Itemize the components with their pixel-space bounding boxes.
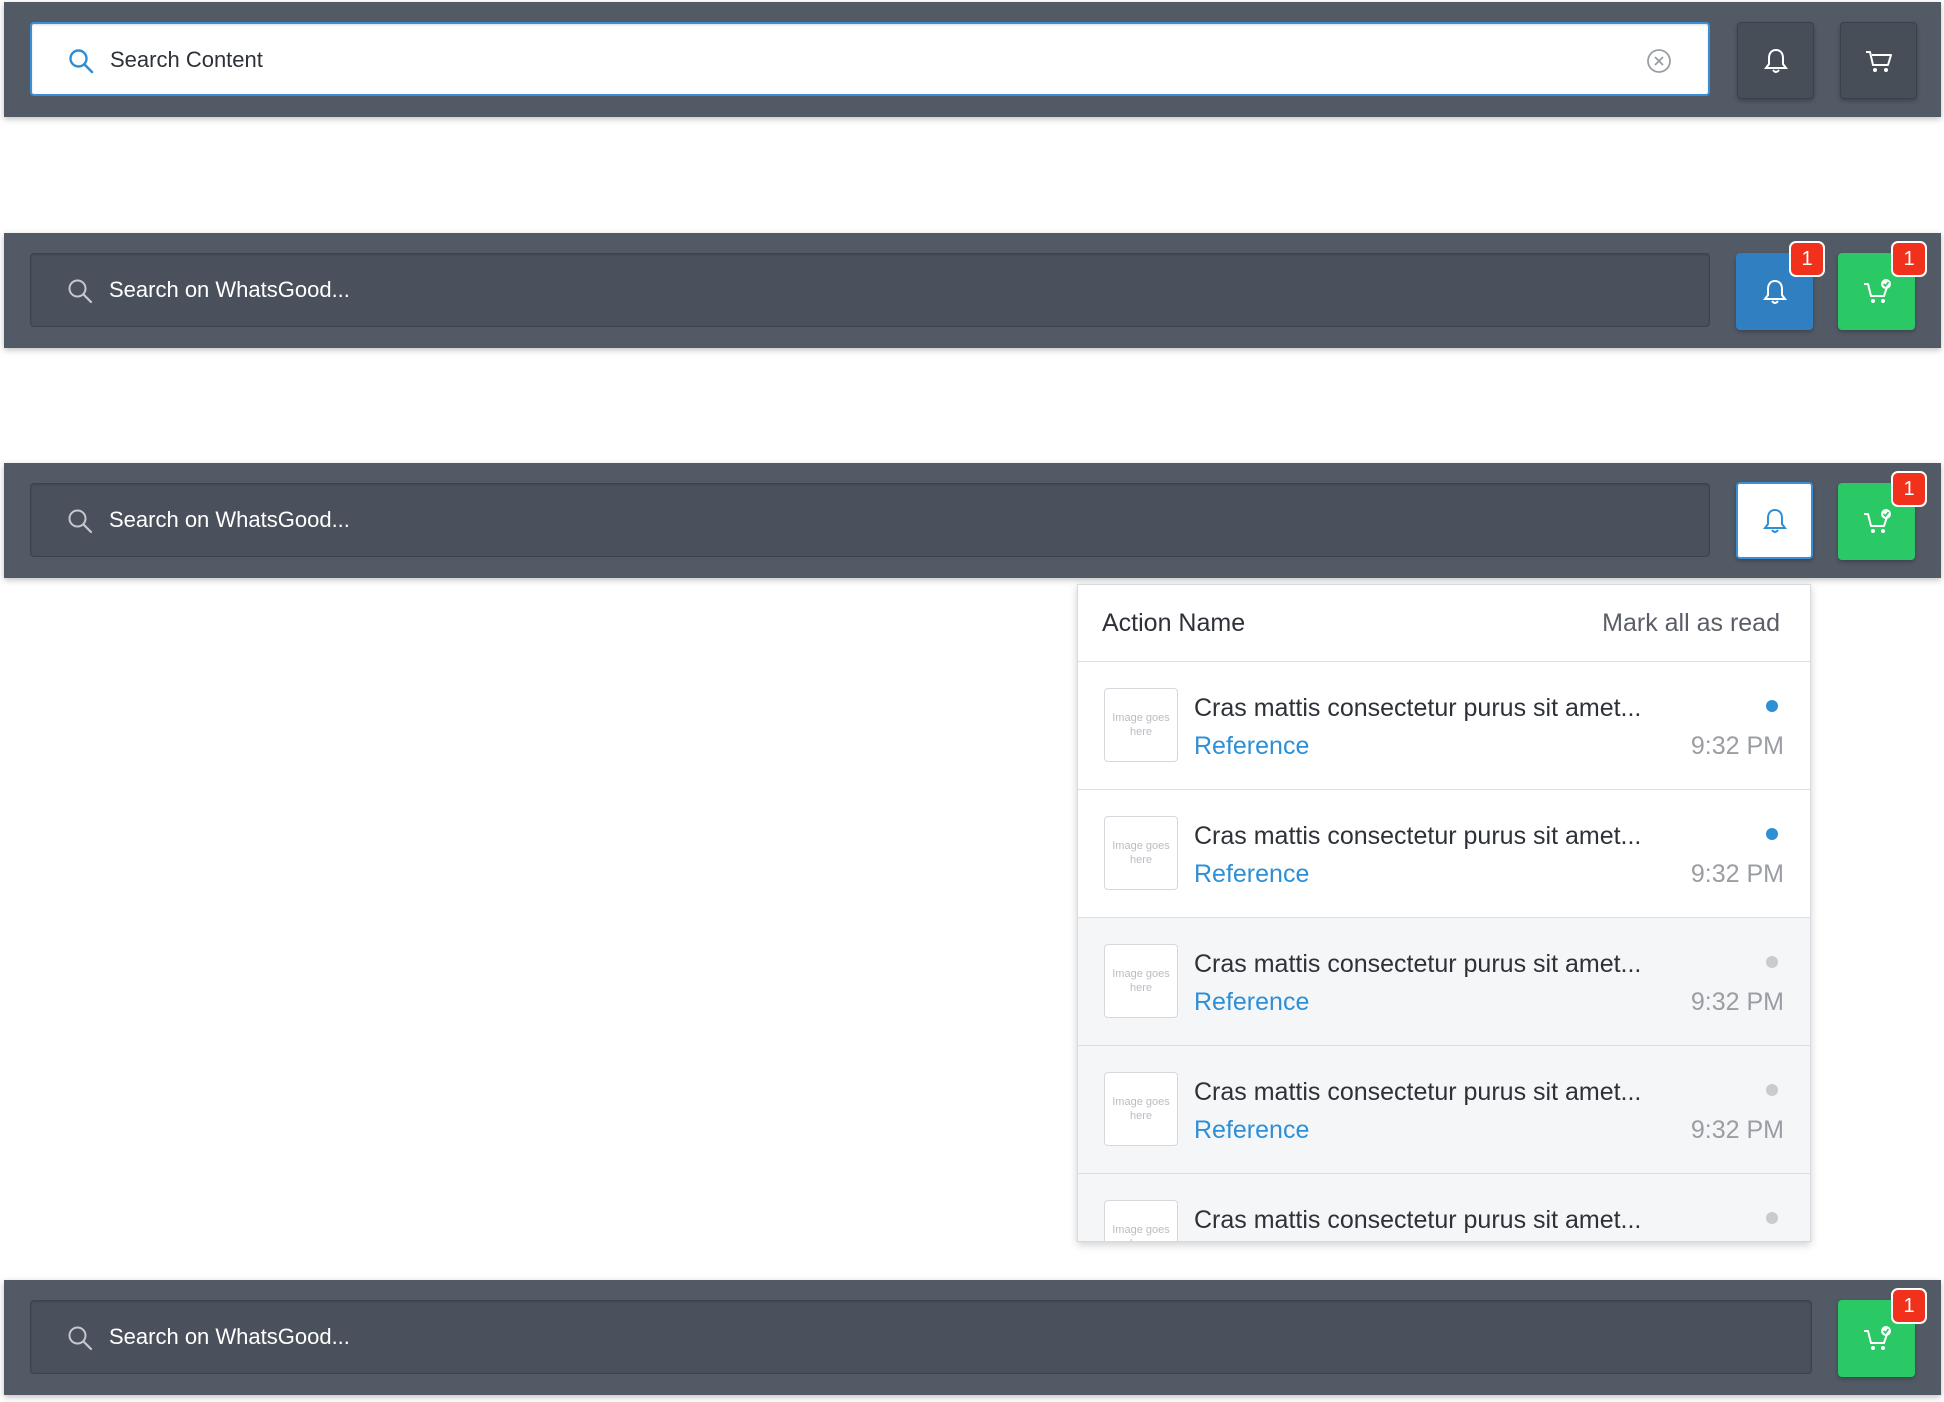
notifications-header: Action Name Mark all as read xyxy=(1078,585,1810,662)
search-input[interactable]: Search on WhatsGood... xyxy=(30,1300,1812,1374)
cart-count-badge: 1 xyxy=(1891,471,1927,507)
notification-thumbnail: Image goes here xyxy=(1104,688,1178,762)
notification-reference-link[interactable]: Reference xyxy=(1194,988,1309,1017)
notifications-title: Action Name xyxy=(1102,608,1246,637)
notifications-button[interactable]: 1 xyxy=(1736,241,1825,330)
notification-item[interactable]: Image goes here Cras mattis consectetur … xyxy=(1078,1046,1810,1174)
search-placeholder: Search on WhatsGood... xyxy=(109,1324,350,1349)
bell-icon xyxy=(1762,508,1787,533)
notification-thumbnail: Image goes here xyxy=(1104,1072,1178,1146)
header-bar-search-active: Search Content xyxy=(4,2,1941,117)
notification-time: 9:32 PM xyxy=(1690,1116,1784,1144)
header-bar-cart-only: Search on WhatsGood... 1 xyxy=(4,1280,1941,1395)
notification-reference-link[interactable]: Reference xyxy=(1194,860,1309,889)
notification-thumbnail: Image goes here xyxy=(1104,816,1178,890)
search-icon xyxy=(68,1326,93,1351)
cart-button[interactable]: 1 xyxy=(1838,471,1927,560)
clear-icon[interactable] xyxy=(1646,48,1672,74)
notification-reference-link[interactable]: Reference xyxy=(1194,1116,1309,1145)
search-input[interactable]: Search Content xyxy=(30,22,1710,96)
cart-check-icon xyxy=(1863,508,1891,533)
notification-reference-link[interactable]: Reference xyxy=(1194,732,1309,761)
notification-thumbnail: Image goes here xyxy=(1104,1200,1178,1241)
unread-dot-icon xyxy=(1766,828,1778,840)
notification-text: Cras mattis consectetur purus sit amet..… xyxy=(1194,694,1642,722)
notifications-dropdown: Action Name Mark all as read Image goes … xyxy=(1077,584,1811,1242)
notification-item[interactable]: Image goes here Cras mattis consectetur … xyxy=(1078,790,1810,918)
notification-count-badge: 1 xyxy=(1789,241,1825,277)
bell-icon xyxy=(1763,48,1788,73)
cart-button[interactable]: 1 xyxy=(1838,241,1927,330)
search-icon xyxy=(68,279,93,304)
notifications-button-active[interactable] xyxy=(1736,482,1813,559)
search-placeholder: Search on WhatsGood... xyxy=(109,507,350,532)
cart-count-badge: 1 xyxy=(1891,241,1927,277)
search-icon xyxy=(68,509,93,534)
notification-time: 9:32 PM xyxy=(1690,988,1784,1016)
notification-item[interactable]: Image goes here Cras mattis consectetur … xyxy=(1078,1174,1810,1241)
read-dot-icon xyxy=(1766,956,1778,968)
notification-item[interactable]: Image goes here Cras mattis consectetur … xyxy=(1078,662,1810,790)
cart-icon xyxy=(1865,50,1892,72)
unread-dot-icon xyxy=(1766,700,1778,712)
header-bar-notifications-open: Search on WhatsGood... 1 xyxy=(4,463,1941,578)
cart-count-badge: 1 xyxy=(1891,1288,1927,1324)
notification-thumbnail: Image goes here xyxy=(1104,944,1178,1018)
notification-text: Cras mattis consectetur purus sit amet..… xyxy=(1194,950,1642,978)
notification-text: Cras mattis consectetur purus sit amet..… xyxy=(1194,822,1642,850)
notification-time: 9:32 PM xyxy=(1690,860,1784,888)
cart-button[interactable] xyxy=(1840,22,1917,99)
read-dot-icon xyxy=(1766,1212,1778,1224)
notification-time: 9:32 PM xyxy=(1690,732,1784,760)
mark-all-read-link[interactable]: Mark all as read xyxy=(1602,609,1780,638)
search-icon xyxy=(69,49,94,74)
search-input[interactable]: Search on WhatsGood... xyxy=(30,253,1710,327)
search-input-value: Search Content xyxy=(110,47,263,72)
header-bar-badges: Search on WhatsGood... 1 1 xyxy=(4,233,1941,348)
notification-text: Cras mattis consectetur purus sit amet..… xyxy=(1194,1078,1642,1106)
notifications-button[interactable] xyxy=(1737,22,1814,99)
bell-icon xyxy=(1762,279,1787,304)
notification-text: Cras mattis consectetur purus sit amet..… xyxy=(1194,1206,1642,1234)
read-dot-icon xyxy=(1766,1084,1778,1096)
search-placeholder: Search on WhatsGood... xyxy=(109,277,350,302)
search-input[interactable]: Search on WhatsGood... xyxy=(30,483,1710,557)
cart-check-icon xyxy=(1863,1325,1891,1350)
cart-check-icon xyxy=(1863,278,1891,303)
cart-button[interactable]: 1 xyxy=(1838,1288,1927,1377)
notification-item[interactable]: Image goes here Cras mattis consectetur … xyxy=(1078,918,1810,1046)
